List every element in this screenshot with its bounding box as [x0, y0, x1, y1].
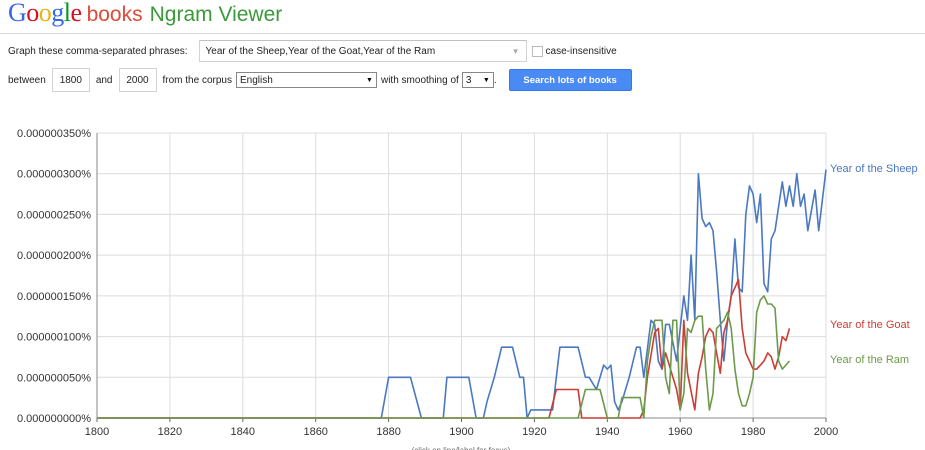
corpus-label: from the corpus — [162, 74, 232, 86]
logo-letter: o — [38, 0, 52, 27]
between-label: between — [8, 74, 46, 86]
google-logo[interactable]: Google — [8, 0, 82, 26]
app-header: Google books Ngram Viewer — [8, 0, 282, 30]
case-insensitive-checkbox[interactable] — [531, 45, 543, 57]
logo-letter: g — [51, 0, 64, 27]
ngram-chart: 0.000000000% 0.000000050% 0.000000100% 0.00… — [17, 128, 918, 450]
x-tick-label: 1820 — [158, 426, 182, 438]
y-tick-label: 0.000000150% — [17, 291, 91, 303]
y-tick-label: 0.000000350% — [17, 128, 91, 140]
x-tick-label: 2000 — [814, 426, 838, 438]
smoothing-value: 3 — [465, 74, 472, 86]
y-tick-label: 0.000000100% — [17, 332, 91, 344]
series-label[interactable]: Year of the Sheep — [830, 163, 918, 175]
y-tick-label: 0.000000200% — [17, 250, 91, 262]
logo-letter: e — [70, 0, 83, 27]
x-tick-label: 1840 — [231, 426, 255, 438]
phrases-input-value: Year of the Sheep,Year of the Goat,Year … — [205, 45, 436, 57]
x-tick-label: 1900 — [449, 426, 473, 438]
dropdown-arrow-icon[interactable]: ▼ — [512, 47, 520, 56]
chart-footer-note: (click on line/label for focus) — [412, 446, 511, 450]
x-tick-label: 1860 — [303, 426, 327, 438]
smoothing-label: with smoothing of — [380, 74, 459, 86]
page-title: Ngram Viewer — [149, 3, 283, 26]
chevron-down-icon: ▼ — [482, 76, 490, 84]
chevron-down-icon: ▼ — [366, 76, 373, 84]
smoothing-suffix: . — [493, 74, 497, 86]
logo-letter: G — [8, 0, 27, 27]
x-tick-label: 1920 — [522, 426, 546, 438]
x-tick-label: 1960 — [668, 426, 692, 438]
smoothing-select[interactable]: 3 ▼ — [461, 72, 494, 88]
case-insensitive-label[interactable]: case-insensitive — [546, 46, 617, 57]
y-tick-label: 0.000000000% — [17, 413, 91, 425]
x-tick-label: 1800 — [85, 426, 109, 438]
start-year-input[interactable]: 1800 — [51, 68, 90, 92]
and-label: and — [95, 74, 113, 86]
end-year-input[interactable]: 2000 — [118, 68, 157, 92]
series-label[interactable]: Year of the Goat — [830, 319, 910, 331]
corpus-value: English — [239, 74, 273, 86]
corpus-select[interactable]: English ▼ — [235, 72, 377, 88]
phrases-row: Graph these comma-separated phrases: Yea… — [8, 40, 617, 62]
x-tick-label: 1980 — [741, 426, 765, 438]
header-divider — [0, 33, 925, 34]
options-row: between 1800 and 2000 from the corpus En… — [8, 68, 632, 92]
phrases-label: Graph these comma-separated phrases: — [8, 45, 188, 57]
phrases-input[interactable]: Year of the Sheep,Year of the Goat,Year … — [198, 40, 527, 62]
logo-letter: o — [26, 0, 39, 27]
y-tick-label: 0.000000250% — [17, 209, 91, 221]
search-button[interactable]: Search lots of books — [508, 69, 632, 91]
y-tick-label: 0.000000050% — [17, 372, 91, 384]
x-tick-label: 1880 — [376, 426, 400, 438]
series-label[interactable]: Year of the Ram — [830, 354, 909, 366]
x-tick-label: 1940 — [595, 426, 619, 438]
logo-letter: l — [63, 0, 71, 27]
y-tick-label: 0.000000300% — [17, 169, 91, 181]
books-logo-text: books — [86, 3, 143, 26]
series-line[interactable] — [97, 295, 791, 419]
